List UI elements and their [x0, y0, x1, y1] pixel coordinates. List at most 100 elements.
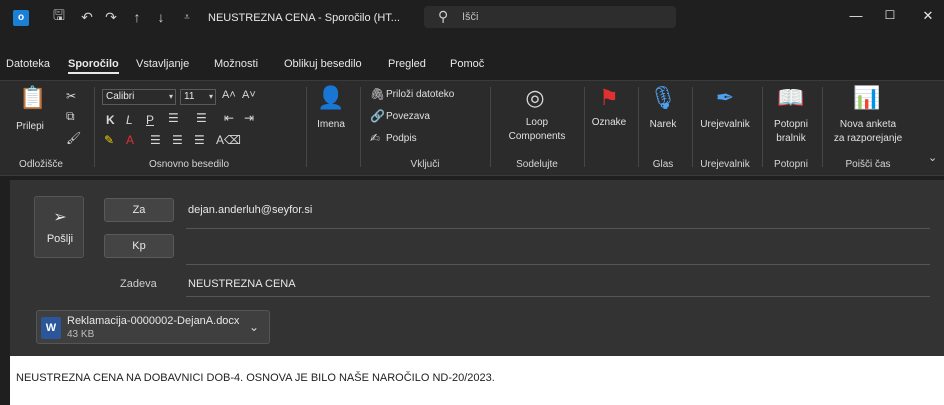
tab-datoteka[interactable]: Datoteka — [6, 58, 50, 70]
bullets-icon[interactable]: ☰ — [168, 111, 179, 125]
loop-icon[interactable]: ◎ — [520, 85, 550, 111]
cc-field[interactable] — [188, 240, 932, 254]
address-book-icon[interactable]: 👤 — [316, 85, 346, 111]
paste-button[interactable]: Prilepi — [10, 121, 50, 132]
bold-button[interactable]: K — [106, 113, 115, 127]
subject-field-underline — [186, 296, 930, 297]
format-painter-icon[interactable]: 🖌 — [66, 131, 81, 145]
font-name-value: Calibri — [106, 91, 135, 102]
flag-icon[interactable]: ⚑ — [594, 85, 624, 111]
tab-sporocilo[interactable]: Sporočilo — [68, 58, 119, 74]
to-button[interactable]: Za — [104, 198, 174, 222]
tab-oblikuj-besedilo[interactable]: Oblikuj besedilo — [284, 58, 362, 70]
close-icon[interactable]: ✕ — [912, 8, 944, 28]
align-right-icon[interactable]: ☰ — [194, 133, 205, 147]
group-immersive: Potopni — [774, 159, 808, 170]
attachment-size: 43 KB — [67, 329, 95, 340]
cc-button[interactable]: Kp — [104, 234, 174, 258]
microphone-icon[interactable]: 🎙 — [648, 85, 678, 111]
immersive-reader-button-line1[interactable]: Potopni — [766, 119, 816, 130]
signature-icon: ✍ — [370, 131, 381, 145]
names-button[interactable]: Imena — [310, 119, 352, 130]
tab-moznosti[interactable]: Možnosti — [214, 58, 258, 70]
send-button[interactable]: ➢ Pošlji — [34, 196, 84, 258]
search-placeholder: Išči — [462, 11, 479, 23]
ribbon-separator — [306, 87, 307, 167]
chevron-down-icon[interactable]: ⌄ — [249, 320, 259, 334]
scheduling-poll-button-line2[interactable]: za razporejanje — [826, 133, 910, 144]
poll-chart-icon[interactable]: 📊 — [852, 85, 882, 111]
editor-button[interactable]: Urejevalnik — [694, 119, 756, 130]
align-center-icon[interactable]: ☰ — [172, 133, 183, 147]
group-clipboard: Odložišče — [19, 159, 63, 170]
align-left-icon[interactable]: ☰ — [150, 133, 161, 147]
next-item-icon[interactable]: ↓ — [152, 8, 170, 26]
attach-file-button[interactable]: Priloži datoteko — [386, 89, 454, 100]
attachment-chip[interactable]: W Reklamacija-0000002-DejanA.docx 43 KB … — [36, 310, 270, 344]
italic-button[interactable]: L — [126, 113, 133, 127]
attachment-name: Reklamacija-0000002-DejanA.docx — [67, 315, 240, 327]
numbering-icon[interactable]: ☰ — [196, 111, 207, 125]
save-icon[interactable]: 🖫 — [50, 7, 68, 26]
ribbon: 📋 Prilepi ✂ ⧉ 🖌 Odložišče Calibri ▾ 11 ▾ A… — [0, 80, 944, 176]
ribbon-separator — [490, 87, 491, 167]
chevron-down-icon: ▾ — [168, 92, 173, 101]
underline-button[interactable]: P — [146, 113, 154, 127]
loop-components-button-line2[interactable]: Components — [500, 131, 574, 142]
signature-button[interactable]: Podpis — [386, 133, 417, 144]
cut-icon[interactable]: ✂ — [66, 89, 76, 103]
group-find-time: Poišči čas — [845, 159, 891, 170]
font-color-icon[interactable]: A — [126, 133, 134, 147]
group-editor: Urejevalnik — [700, 159, 750, 170]
paste-icon[interactable]: 📋 — [18, 85, 48, 111]
to-field-underline — [186, 228, 930, 229]
ribbon-separator — [638, 87, 639, 167]
dictate-button[interactable]: Narek — [640, 119, 686, 130]
ribbon-separator — [692, 87, 693, 167]
decrease-indent-icon[interactable]: ⇤ — [224, 111, 234, 125]
increase-indent-icon[interactable]: ⇥ — [244, 111, 254, 125]
undo-icon[interactable]: ↶ — [78, 8, 96, 26]
loop-components-button-line1[interactable]: Loop — [500, 117, 574, 128]
ribbon-separator — [94, 87, 95, 167]
redo-icon[interactable]: ↷ — [102, 8, 120, 26]
group-collaborate: Sodelujte — [516, 159, 558, 170]
grow-font-icon[interactable]: A˄ — [222, 89, 236, 101]
scheduling-poll-button-line1[interactable]: Nova anketa — [826, 119, 910, 130]
ribbon-separator — [584, 87, 585, 167]
maximize-icon[interactable]: ☐ — [870, 8, 910, 28]
to-field[interactable]: dejan.anderluh@seyfor.si — [188, 204, 312, 216]
customize-toolbar-icon[interactable]: ⩡ — [178, 8, 196, 26]
ribbon-separator — [360, 87, 361, 167]
window-title: NEUSTREZNA CENA - Sporočilo (HT... — [208, 12, 400, 24]
previous-item-icon[interactable]: ↑ — [128, 8, 146, 26]
tab-pregled[interactable]: Pregled — [388, 58, 426, 70]
tags-button[interactable]: Oznake — [586, 117, 632, 128]
copy-icon[interactable]: ⧉ — [66, 109, 75, 124]
message-body-text: NEUSTREZNA CENA NA DOBAVNICI DOB-4. OSNO… — [16, 372, 495, 384]
clear-formatting-icon[interactable]: A⌫ — [216, 133, 241, 147]
title-bar: o 🖫 ↶ ↷ ↑ ↓ ⩡ NEUSTREZNA CENA - Sporočil… — [0, 0, 944, 52]
search-input[interactable]: ⚲ Išči — [424, 6, 676, 28]
font-name-select[interactable]: Calibri ▾ — [102, 89, 176, 105]
word-doc-icon: W — [41, 317, 61, 339]
tab-pomoc[interactable]: Pomoč — [450, 58, 484, 70]
font-size-select[interactable]: 11 ▾ — [180, 89, 216, 105]
ribbon-expand-chevron-icon[interactable]: ⌄ — [928, 151, 937, 164]
shrink-font-icon[interactable]: A˅ — [242, 89, 256, 101]
link-button[interactable]: Povezava — [386, 111, 430, 122]
subject-field[interactable]: NEUSTREZNA CENA — [188, 278, 296, 290]
subject-label: Zadeva — [120, 278, 157, 290]
editor-pen-icon[interactable]: ✒ — [710, 85, 740, 111]
ribbon-separator — [822, 87, 823, 167]
immersive-reader-icon[interactable]: 📖 — [776, 85, 806, 111]
highlight-icon[interactable]: ✎ — [104, 133, 114, 147]
tab-vstavljanje[interactable]: Vstavljanje — [136, 58, 189, 70]
outlook-icon: o — [13, 10, 29, 26]
font-size-value: 11 — [184, 91, 195, 102]
send-label: Pošlji — [46, 233, 74, 245]
ribbon-separator — [762, 87, 763, 167]
immersive-reader-button-line2[interactable]: bralnik — [766, 133, 816, 144]
group-basic-text: Osnovno besedilo — [148, 159, 230, 170]
message-body[interactable]: NEUSTREZNA CENA NA DOBAVNICI DOB-4. OSNO… — [10, 356, 944, 405]
